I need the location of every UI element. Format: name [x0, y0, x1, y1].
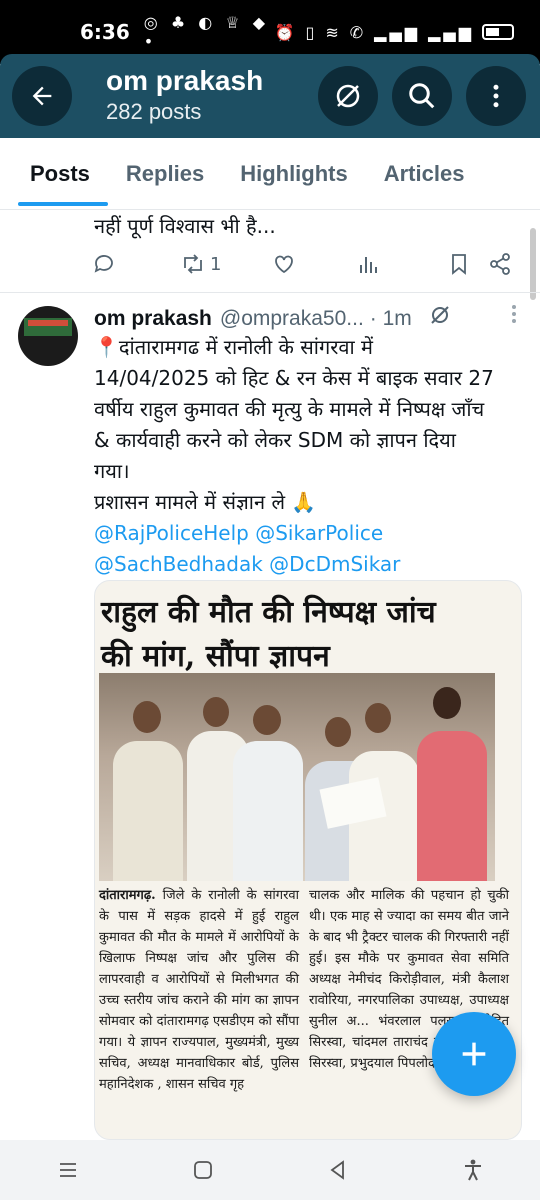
tab-highlights[interactable]: Highlights: [222, 138, 366, 210]
trophy-icon: ♕: [225, 13, 244, 32]
dot-icon: •: [143, 32, 158, 51]
status-time: 6:36: [80, 20, 130, 44]
more-options-button[interactable]: [466, 66, 526, 126]
tab-articles[interactable]: Articles: [366, 138, 483, 210]
tweet-more-button[interactable]: [504, 302, 524, 335]
article-column: दांतारामगढ़. जिले के रानोली के सांगरवा क…: [99, 885, 299, 1095]
more-vertical-icon: [493, 84, 499, 108]
call-icon: ✆: [349, 22, 367, 42]
system-nav-bar: [0, 1140, 540, 1200]
share-icon: [490, 253, 510, 275]
scrollbar[interactable]: [530, 228, 536, 300]
article-text: जिले के रानोली के सांगरवा के पास में सड़…: [99, 888, 299, 1092]
search-icon: [409, 83, 435, 109]
clipping-headline: राहुल की मौत की निष्पक्ष जांच की मांग, स…: [101, 591, 517, 679]
profile-header: om prakash 282 posts: [0, 54, 540, 138]
vibrate-icon: ▯: [305, 22, 318, 42]
compose-button[interactable]: [432, 1012, 516, 1096]
grok-icon: [336, 84, 360, 108]
more-vertical-icon: [512, 305, 516, 323]
previous-post-text: नहीं पूर्ण विश्वास भी है...: [94, 214, 276, 238]
tweet-line: वर्षीय राहुल कुमावत की मृत्यु के मामले म…: [94, 397, 485, 421]
back-button[interactable]: [12, 66, 72, 126]
accessibility-icon: [464, 1159, 481, 1181]
tweet-handle[interactable]: @ompraka50...: [220, 304, 364, 334]
grok-icon: [431, 305, 449, 324]
profile-name: om prakash: [106, 65, 264, 96]
tweet-text: 📍दांतारामगढ में रानोली के सांगरवा में 14…: [94, 332, 522, 580]
signal-icon: ▂▄▆: [374, 22, 421, 42]
reply-button[interactable]: [92, 252, 116, 276]
tab-posts[interactable]: Posts: [0, 138, 108, 210]
views-icon: [360, 257, 377, 273]
signal-icon: ▂▄▆: [428, 22, 474, 42]
whatsapp-icon: ◎: [143, 13, 162, 32]
home-icon: [193, 1161, 212, 1179]
accessibility-button[interactable]: [453, 1150, 493, 1190]
plus-icon: [462, 1042, 486, 1066]
sync-icon: ◐: [198, 13, 217, 32]
search-button[interactable]: [392, 66, 452, 126]
headline-line: राहुल की मौत की निष्पक्ष जांच: [101, 595, 436, 630]
tweet-author-name[interactable]: om prakash: [94, 304, 212, 334]
share-button[interactable]: [488, 252, 512, 276]
mention-links[interactable]: @RajPoliceHelp @SikarPolice: [94, 518, 522, 549]
article-lead: दांतारामगढ़.: [99, 888, 156, 903]
post-count: 282 posts: [106, 99, 202, 124]
tweet-line: गया।: [94, 459, 130, 483]
app-icon: ◆: [252, 13, 270, 32]
like-button[interactable]: [272, 252, 296, 276]
tab-replies[interactable]: Replies: [108, 138, 222, 210]
recents-icon: [59, 1163, 76, 1177]
status-right-icons: ⏰ ▯ ≋ ✆ ▂▄▆ ▂▄▆: [275, 23, 514, 42]
bookmark-button[interactable]: [448, 252, 470, 276]
tweet-line: 14/04/2025 को हिट & रन केस में बाइक सवार…: [94, 366, 494, 390]
header-title: om prakash 282 posts: [106, 65, 263, 127]
mention-links[interactable]: @SachBedhadak @DcDmSikar: [94, 549, 522, 580]
status-left-icons: ◎ ♣ ◐ ♕ ◆ •: [144, 13, 275, 51]
home-button[interactable]: [183, 1150, 223, 1190]
recents-button[interactable]: [48, 1150, 88, 1190]
grok-explain-button[interactable]: [428, 303, 452, 335]
previous-post-actions: 1: [92, 248, 518, 280]
tweet-line: 📍दांतारामगढ में रानोली के सांगरवा में: [94, 335, 374, 359]
alarm-icon: ⏰: [274, 22, 298, 42]
notification-icon: ♣: [170, 13, 190, 32]
profile-tabs: Posts Replies Highlights Articles: [0, 138, 540, 210]
post-divider: [0, 292, 540, 293]
tweet-time: · 1m: [369, 306, 412, 330]
repost-icon: [184, 254, 202, 274]
tweet-line: प्रशासन मामले में संज्ञान ले 🙏: [94, 490, 317, 514]
grok-button[interactable]: [318, 66, 378, 126]
bookmark-icon: [452, 254, 466, 275]
views-button[interactable]: [358, 253, 380, 275]
news-photo: [99, 673, 495, 881]
repost-count: 1: [210, 253, 222, 275]
tweet-header: om prakash @ompraka50... · 1m: [94, 302, 524, 335]
arrow-left-icon: [32, 86, 52, 106]
tweet-line: & कार्यवाही करने को लेकर SDM को ज्ञापन द…: [94, 428, 456, 452]
back-icon: [329, 1160, 344, 1180]
battery-icon: [482, 24, 514, 40]
reply-icon: [94, 255, 113, 273]
wifi-icon: ≋: [325, 22, 342, 42]
heart-icon: [275, 255, 293, 274]
avatar[interactable]: [18, 306, 78, 366]
system-back-button[interactable]: [318, 1150, 358, 1190]
repost-button[interactable]: 1: [180, 252, 221, 276]
